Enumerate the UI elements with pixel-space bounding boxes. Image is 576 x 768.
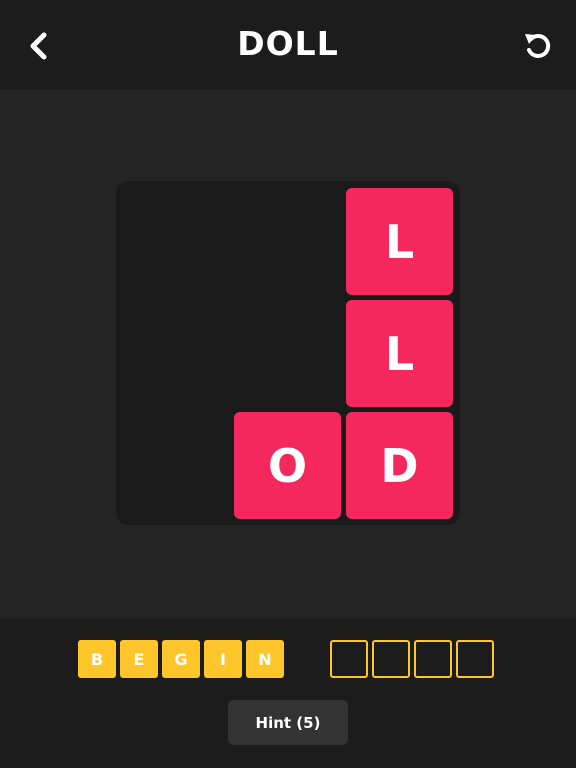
letter-tile[interactable]: O xyxy=(234,412,341,519)
game-screen: DOLL L L O D B E G I N Hint (5) xyxy=(0,0,576,768)
empty-slot[interactable] xyxy=(456,640,494,678)
word-letter[interactable]: G xyxy=(162,640,200,678)
level-title: DOLL xyxy=(237,24,339,63)
word-letter[interactable]: B xyxy=(78,640,116,678)
top-bar: DOLL xyxy=(0,0,576,90)
answer-slots xyxy=(330,640,494,678)
empty-slot[interactable] xyxy=(372,640,410,678)
puzzle-board: L L O D xyxy=(116,181,460,525)
hint-button[interactable]: Hint (5) xyxy=(228,700,348,745)
letter-tile[interactable]: D xyxy=(346,412,453,519)
word-letter[interactable]: I xyxy=(204,640,242,678)
word-letter[interactable]: N xyxy=(246,640,284,678)
empty-slot[interactable] xyxy=(330,640,368,678)
undo-button[interactable] xyxy=(518,26,558,66)
letter-tile[interactable]: L xyxy=(346,300,453,407)
undo-icon xyxy=(525,33,551,58)
empty-slot[interactable] xyxy=(414,640,452,678)
bottom-panel: B E G I N Hint (5) xyxy=(0,618,576,768)
letter-tile[interactable]: L xyxy=(346,188,453,295)
found-word-letters: B E G I N xyxy=(78,640,284,678)
word-letter[interactable]: E xyxy=(120,640,158,678)
